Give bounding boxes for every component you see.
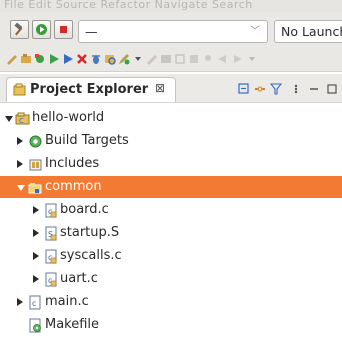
chevron-down-icon: ﹀	[250, 26, 260, 37]
dropdown-arrow-icon[interactable]	[132, 53, 144, 65]
tree-item-build-targets[interactable]: Build Targets	[0, 130, 342, 153]
filter-icon[interactable]	[270, 83, 282, 95]
menu-bar: File Edit Source Refactor Navigate Searc…	[0, 0, 342, 12]
stop-button[interactable]	[54, 20, 73, 39]
build-target-icon	[29, 135, 42, 148]
tree-item-main-c[interactable]: c main.c	[0, 291, 342, 314]
expand-toggle-icon[interactable]	[33, 275, 39, 283]
next-annotation-icon[interactable]	[146, 53, 158, 65]
secondary-toolbar	[0, 46, 342, 72]
expand-toggle-icon[interactable]	[17, 185, 25, 191]
new-class-icon[interactable]	[34, 53, 46, 65]
expand-toggle-icon[interactable]	[33, 229, 39, 237]
build-config-combo[interactable]: — ﹀	[78, 20, 268, 43]
new-c-project-icon[interactable]	[6, 53, 18, 65]
expand-toggle-icon[interactable]	[5, 116, 13, 122]
stop-icon	[60, 26, 67, 33]
tree-item-label: startup.S	[60, 225, 120, 240]
view-menu-icon[interactable]	[290, 83, 302, 95]
expand-toggle-icon[interactable]	[17, 298, 23, 306]
forward-icon[interactable]	[232, 53, 244, 65]
tree-item-board-c[interactable]: c board.c	[0, 199, 342, 222]
hammer-icon	[14, 23, 23, 36]
tree-item-startup-s[interactable]: S startup.S	[0, 222, 342, 245]
makefile-icon	[29, 318, 41, 333]
run-button[interactable]	[32, 20, 51, 39]
launch-config-value: No Launch configurations	[281, 24, 342, 39]
block-selection-icon[interactable]	[188, 53, 200, 65]
tree-item-label: Build Targets	[45, 133, 129, 148]
tree-item-makefile[interactable]: Makefile	[0, 314, 342, 337]
project-explorer-icon	[13, 83, 26, 96]
show-whitespace-icon[interactable]	[174, 53, 186, 65]
dropdown-arrow-icon[interactable]	[246, 53, 258, 65]
source-folder-icon	[28, 183, 42, 194]
c-source-file-icon: c	[29, 295, 41, 310]
search-files-icon[interactable]	[104, 53, 116, 65]
expand-toggle-icon[interactable]	[17, 137, 23, 145]
tab-title: Project Explorer	[30, 82, 149, 97]
tree-item-label: hello-world	[32, 110, 105, 125]
debug-icon[interactable]	[90, 53, 102, 65]
assembly-file-icon: S	[45, 226, 57, 241]
project-tree: C hello-world Build Targets Includes com…	[0, 102, 342, 347]
collapse-all-icon[interactable]	[238, 83, 250, 95]
tree-item-syscalls-c[interactable]: c syscalls.c	[0, 245, 342, 268]
run-circle-icon	[36, 24, 47, 35]
tree-item-label: syscalls.c	[60, 248, 122, 263]
view-tab-bar: Project Explorer ⊠	[0, 74, 342, 102]
launch-config-combo[interactable]: No Launch configurations	[274, 20, 342, 43]
project-folder-icon: C	[15, 112, 30, 125]
svg-text:C: C	[19, 117, 24, 125]
tab-project-explorer[interactable]: Project Explorer ⊠	[6, 77, 176, 102]
pin-icon[interactable]	[202, 53, 214, 65]
expand-toggle-icon[interactable]	[33, 252, 39, 260]
tree-item-label: Includes	[45, 156, 100, 171]
tree-item-hello-world[interactable]: C hello-world	[0, 107, 342, 130]
expand-toggle-icon[interactable]	[33, 206, 39, 214]
main-toolbar: — ﹀ No Launch configurations	[0, 12, 342, 46]
tree-item-label: board.c	[60, 202, 109, 217]
tree-item-uart-c[interactable]: c uart.c	[0, 268, 342, 291]
tree-item-label: common	[45, 179, 102, 194]
tree-item-common[interactable]: common	[0, 176, 342, 198]
c-source-file-icon: c	[45, 249, 57, 264]
minimize-icon[interactable]	[308, 83, 320, 95]
close-icon[interactable]: ⊠	[155, 81, 165, 95]
back-icon[interactable]	[216, 53, 228, 65]
tree-item-label: uart.c	[60, 271, 98, 286]
link-with-editor-icon[interactable]	[254, 83, 266, 95]
edit-icon[interactable]	[118, 53, 130, 65]
new-source-folder-icon[interactable]	[20, 53, 32, 65]
includes-icon	[29, 159, 42, 171]
run-icon[interactable]	[48, 53, 60, 65]
c-source-file-icon: c	[45, 272, 57, 287]
tree-item-label: main.c	[45, 294, 89, 309]
toggle-mark-icon[interactable]	[160, 53, 172, 65]
svg-text:c: c	[32, 299, 36, 308]
terminate-icon[interactable]	[76, 53, 88, 65]
tree-item-includes[interactable]: Includes	[0, 153, 342, 176]
tree-item-label: Makefile	[45, 317, 100, 332]
c-source-file-icon: c	[45, 203, 57, 218]
build-config-value: —	[85, 24, 98, 39]
maximize-icon[interactable]	[326, 83, 338, 95]
debug-run-icon[interactable]	[62, 53, 74, 65]
build-button[interactable]	[10, 20, 29, 39]
expand-toggle-icon[interactable]	[17, 160, 23, 168]
